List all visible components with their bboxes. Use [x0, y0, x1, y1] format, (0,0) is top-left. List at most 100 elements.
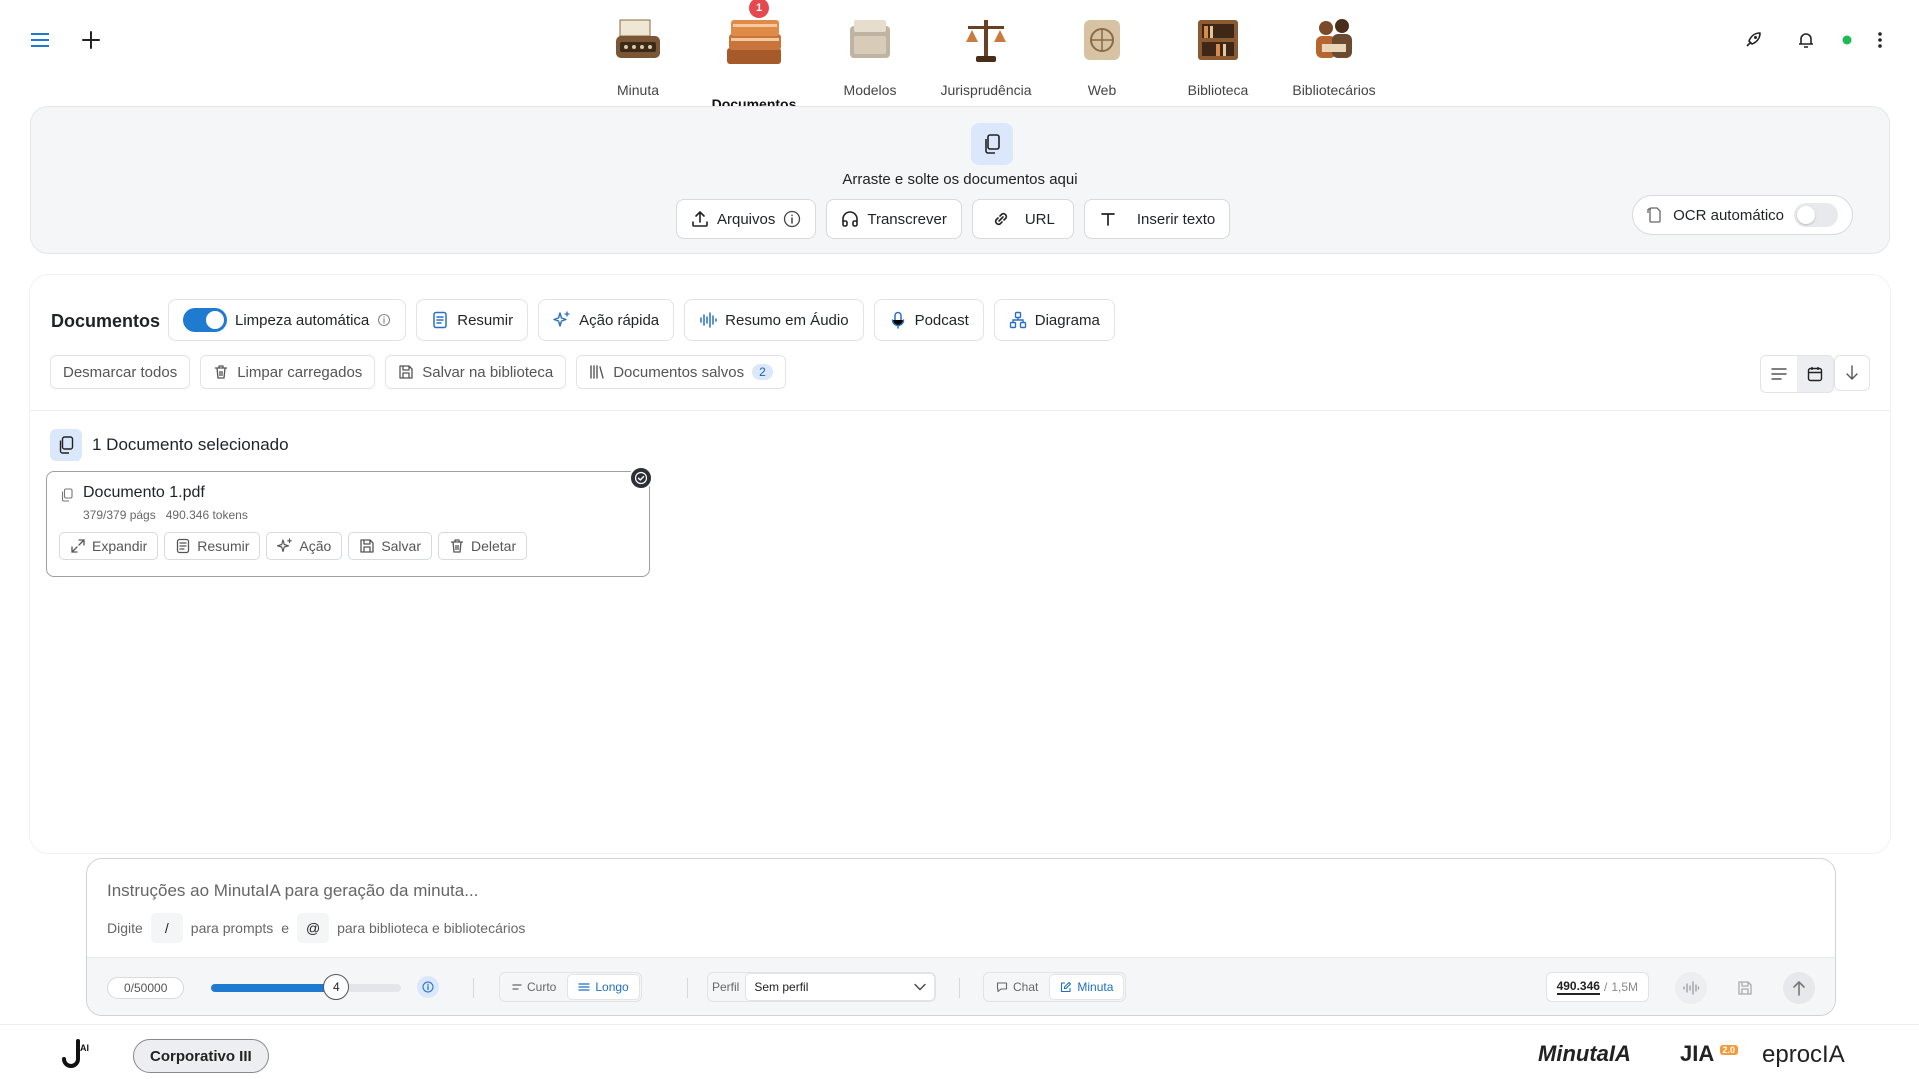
card-deletar-button[interactable]: Deletar [438, 532, 528, 560]
web-globe-icon [1074, 12, 1130, 68]
toolbar-separator [687, 978, 688, 998]
perfil-dropdown[interactable]: Sem perfil [745, 973, 936, 1001]
jia-brand[interactable]: JIA 2.0 [1680, 1041, 1739, 1067]
token-usage: 490.346 / 1,5M [1545, 972, 1649, 1002]
slider-fill [211, 984, 337, 992]
perfil-select[interactable]: Perfil Sem perfil [707, 972, 937, 1002]
info-icon[interactable] [377, 313, 391, 327]
minuta-option[interactable]: Minuta [1050, 975, 1124, 999]
save-icon[interactable] [1729, 972, 1761, 1004]
nav-minuta[interactable]: Minuta [580, 12, 696, 112]
expandir-button[interactable]: Expandir [59, 532, 159, 560]
plan-badge[interactable]: Corporativo III [133, 1039, 269, 1073]
chat-label: Chat [1013, 980, 1039, 994]
chat-bubble-icon [996, 982, 1008, 993]
resumir-button[interactable]: Resumir [416, 299, 529, 341]
card-salvar-button[interactable]: Salvar [348, 532, 432, 560]
salvar-biblioteca-button[interactable]: Salvar na biblioteca [385, 355, 567, 389]
tip-prompts: para prompts [190, 920, 274, 936]
link-icon [994, 212, 1007, 226]
j-logo-icon[interactable]: AI [60, 1037, 94, 1071]
audio-wave-icon [700, 312, 717, 328]
detail-slider[interactable]: 4 [211, 974, 401, 1000]
info-icon[interactable] [783, 210, 801, 228]
file-icon [61, 488, 73, 502]
nav-documentos[interactable]: 1 Documentos [696, 0, 812, 112]
curto-option[interactable]: Curto [502, 975, 566, 999]
card-resumir-button[interactable]: Resumir [164, 532, 261, 560]
section-divider [30, 410, 1890, 411]
minutaia-brand[interactable]: MinutaIA [1538, 1041, 1631, 1067]
nav-biblioteca[interactable]: Biblioteca [1160, 12, 1276, 112]
upload-dropzone[interactable]: Arraste e solte os documentos aqui Arqui… [30, 106, 1890, 254]
new-plus-icon[interactable] [78, 27, 104, 53]
podcast-button[interactable]: Podcast [873, 299, 984, 341]
nav-jurisprudencia[interactable]: Jurisprudência [928, 12, 1044, 112]
upload-actions: Arquivos Transcrever URL Inserir texto [676, 199, 1231, 239]
diagrama-button[interactable]: Diagrama [993, 299, 1115, 341]
upload-icon [692, 211, 708, 227]
document-meta: 379/379 págs 490.346 tokens [83, 508, 248, 522]
inserir-texto-button[interactable]: Inserir texto [1083, 199, 1231, 239]
limpeza-label: Limpeza automática [235, 311, 370, 329]
card-acao-button[interactable]: Ação [266, 532, 343, 560]
sort-down-icon[interactable] [1834, 355, 1870, 391]
chat-option[interactable]: Chat [986, 975, 1048, 999]
acao-rapida-button[interactable]: Ação rápida [538, 299, 675, 341]
nav-minuta-label: Minuta [616, 82, 660, 98]
tip-digite: Digite [107, 920, 143, 936]
text-type-icon [1100, 213, 1115, 226]
documents-secondary-actions: Desmarcar todos Limpar carregados Salvar… [50, 355, 786, 389]
calendar-view-icon[interactable] [1797, 356, 1833, 392]
nav-modelos-label: Modelos [843, 82, 897, 98]
menu-icon[interactable] [28, 28, 52, 52]
selected-check-icon[interactable] [629, 466, 653, 490]
bell-icon[interactable] [1794, 28, 1818, 52]
chevron-down-icon [914, 983, 927, 991]
curto-label: Curto [527, 980, 557, 994]
documentos-salvos-button[interactable]: Documentos salvos 2 [576, 355, 786, 389]
dropzone-hint: Arraste e solte os documentos aqui [842, 171, 1078, 188]
perfil-value: Sem perfil [754, 980, 809, 994]
prompt-composer: Instruções ao MinutaIA para geração da m… [86, 858, 1836, 1016]
transcrever-label: Transcrever [867, 210, 947, 228]
document-name: Documento 1.pdf [83, 484, 205, 501]
nav-modelos[interactable]: Modelos [812, 12, 928, 112]
audio-wave-icon[interactable] [1675, 972, 1707, 1004]
expand-icon [71, 539, 85, 553]
svg-text:AI: AI [80, 1043, 89, 1053]
nav-web[interactable]: Web [1044, 12, 1160, 112]
ocr-toggle-control[interactable]: OCR automático [1632, 195, 1853, 235]
url-button[interactable]: URL [971, 199, 1074, 239]
nav-bibliotecarios[interactable]: Bibliotecários [1276, 12, 1392, 112]
prompt-tips: Digite / para prompts e @ para bibliotec… [107, 913, 525, 943]
longo-option[interactable]: Longo [568, 975, 639, 999]
slider-knob[interactable]: 4 [323, 974, 350, 1000]
card-salvar-label: Salvar [381, 538, 421, 554]
tip-biblioteca: para biblioteca e bibliotecários [337, 920, 526, 936]
diagram-icon [1009, 311, 1026, 329]
resumo-audio-button[interactable]: Resumo em Áudio [684, 299, 864, 341]
desmarcar-todos-button[interactable]: Desmarcar todos [50, 355, 191, 389]
headphones-icon [842, 211, 859, 227]
more-vertical-icon[interactable] [1872, 28, 1888, 52]
ocr-switch[interactable] [1794, 203, 1838, 227]
limpeza-switch[interactable] [183, 308, 227, 332]
slider-info-icon[interactable] [417, 976, 439, 998]
perfil-label: Perfil [712, 980, 740, 994]
document-card[interactable]: Documento 1.pdf 379/379 págs 490.346 tok… [46, 466, 653, 577]
transcrever-button[interactable]: Transcrever [826, 199, 962, 239]
longo-label: Longo [595, 980, 629, 994]
send-arrow-up-icon[interactable] [1783, 972, 1815, 1004]
top-bar: Minuta 1 Documentos Modelos Jurisprudênc… [0, 0, 1919, 112]
arquivos-button[interactable]: Arquivos [676, 199, 817, 239]
eprocia-brand[interactable]: eprocIA [1762, 1041, 1845, 1069]
rocket-icon[interactable] [1741, 28, 1765, 52]
limpeza-automatica-control[interactable]: Limpeza automática [168, 299, 407, 341]
nav-bibliotecarios-label: Bibliotecários [1292, 82, 1376, 98]
limpar-carregados-button[interactable]: Limpar carregados [200, 355, 376, 389]
inserir-texto-label: Inserir texto [1136, 210, 1216, 228]
main-nav: Minuta 1 Documentos Modelos Jurisprudênc… [580, 0, 1392, 112]
prompt-input[interactable]: Instruções ao MinutaIA para geração da m… [107, 881, 478, 901]
list-view-icon[interactable] [1761, 356, 1797, 392]
